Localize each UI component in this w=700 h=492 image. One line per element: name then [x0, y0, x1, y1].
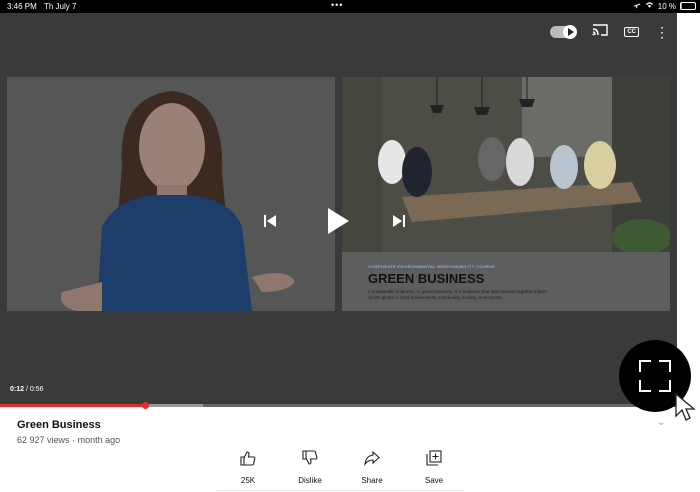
status-bar: 3:46 PM Th July 7 ••• 10 %: [0, 0, 700, 13]
slide-frame: CORPORATE ENVIRONMENTAL RESPONSIBILITY C…: [342, 77, 670, 311]
video-title: Green Business: [17, 419, 101, 431]
battery-fill: [681, 3, 683, 9]
progress-bar[interactable]: [0, 402, 677, 409]
scrubber-handle[interactable]: [141, 402, 149, 409]
status-date: Th July 7: [44, 2, 77, 11]
status-time: 3:46 PM: [7, 2, 37, 11]
player-top-controls: CC ⋮: [550, 23, 669, 41]
duration: 0:56: [29, 386, 44, 393]
presenter-image: [7, 77, 335, 311]
view-count: 62 927: [17, 435, 45, 445]
previous-icon[interactable]: [263, 214, 277, 233]
next-icon[interactable]: [392, 214, 406, 233]
like-icon: [240, 450, 256, 471]
cast-icon[interactable]: [592, 23, 609, 41]
battery-percent: 10 %: [657, 1, 676, 11]
slide-kicker: CORPORATE ENVIRONMENTAL RESPONSIBILITY C…: [368, 264, 495, 269]
wifi-icon: [645, 1, 654, 11]
time-display: 0:12 / 0:56: [10, 386, 43, 393]
autoplay-toggle-icon[interactable]: [550, 25, 578, 39]
status-right: 10 %: [633, 1, 696, 11]
buffered-bar: [144, 404, 204, 407]
like-count: 25K: [240, 476, 256, 485]
action-bar: 25K Dislike Share Save: [217, 450, 465, 491]
slide-body: A sustainable business, or green busines…: [368, 289, 548, 300]
battery-icon: [680, 2, 696, 10]
dislike-icon: [302, 450, 318, 471]
share-icon: [364, 450, 380, 471]
like-button[interactable]: 25K: [217, 450, 279, 490]
slide-heading: GREEN BUSINESS: [368, 271, 485, 286]
upload-age: month ago: [77, 435, 121, 445]
more-icon[interactable]: ⋮: [655, 25, 669, 39]
played-bar: [0, 404, 145, 407]
save-button[interactable]: Save: [403, 450, 465, 490]
cursor-icon: [674, 392, 698, 427]
video-meta: 62 927 views · month ago: [17, 435, 120, 445]
play-icon[interactable]: [326, 207, 350, 240]
presenter-frame: [7, 77, 335, 311]
multitasking-dots[interactable]: •••: [331, 0, 343, 10]
chevron-down-icon[interactable]: ⌄: [657, 417, 665, 428]
views-label: views: [47, 435, 70, 445]
video-player[interactable]: CC ⋮ CORPORATE ENVIRONMENTAL RESPONSIBIL…: [0, 13, 677, 409]
save-label: Save: [424, 476, 444, 485]
slide-caption: CORPORATE ENVIRONMENTAL RESPONSIBILITY C…: [342, 252, 670, 311]
share-label: Share: [361, 476, 383, 485]
current-time: 0:12: [10, 386, 25, 393]
share-button[interactable]: Share: [341, 450, 403, 490]
airplane-icon: [633, 1, 641, 11]
dislike-label: Dislike: [298, 476, 322, 485]
save-icon: [426, 450, 442, 471]
dislike-button[interactable]: Dislike: [279, 450, 341, 490]
captions-icon[interactable]: CC: [624, 27, 639, 37]
